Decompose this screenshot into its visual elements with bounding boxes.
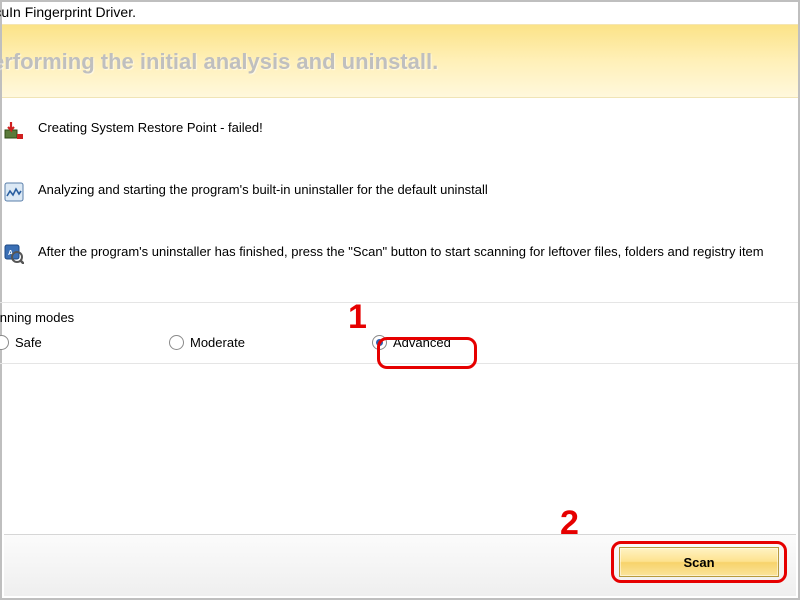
radio-moderate[interactable]: Moderate	[169, 335, 364, 350]
radio-safe[interactable]: Safe	[0, 335, 169, 350]
scan-leftovers-icon: A	[4, 244, 24, 264]
annotation-highlight-scan	[611, 541, 787, 583]
annotation-number-2: 2	[560, 504, 579, 543]
restore-point-icon	[4, 120, 24, 140]
annotation-number-1: 1	[348, 298, 367, 337]
radio-label: Safe	[15, 335, 42, 350]
radio-icon	[0, 335, 9, 350]
step-text: Analyzing and starting the program's bui…	[38, 182, 488, 197]
status-banner: erforming the initial analysis and unins…	[2, 24, 798, 98]
step-restore-point: Creating System Restore Point - failed!	[0, 116, 798, 178]
scanning-modes-label: canning modes	[0, 310, 798, 325]
footer-bar: Scan	[4, 534, 796, 596]
annotation-highlight-advanced	[377, 337, 477, 369]
step-analyze: Analyzing and starting the program's bui…	[0, 178, 798, 240]
progress-steps: Creating System Restore Point - failed! …	[2, 98, 798, 302]
analyze-icon	[4, 182, 24, 202]
scan-button-wrap: Scan	[619, 547, 779, 577]
banner-title: erforming the initial analysis and unins…	[0, 49, 788, 75]
step-scan-hint: A After the program's uninstaller has fi…	[0, 240, 798, 302]
partial-title-line: nstalling SecuIn Fingerprint Driver.	[0, 2, 798, 24]
radio-label: Moderate	[190, 335, 245, 350]
step-text: Creating System Restore Point - failed!	[38, 120, 263, 135]
radio-icon	[169, 335, 184, 350]
step-text: After the program's uninstaller has fini…	[38, 244, 764, 259]
